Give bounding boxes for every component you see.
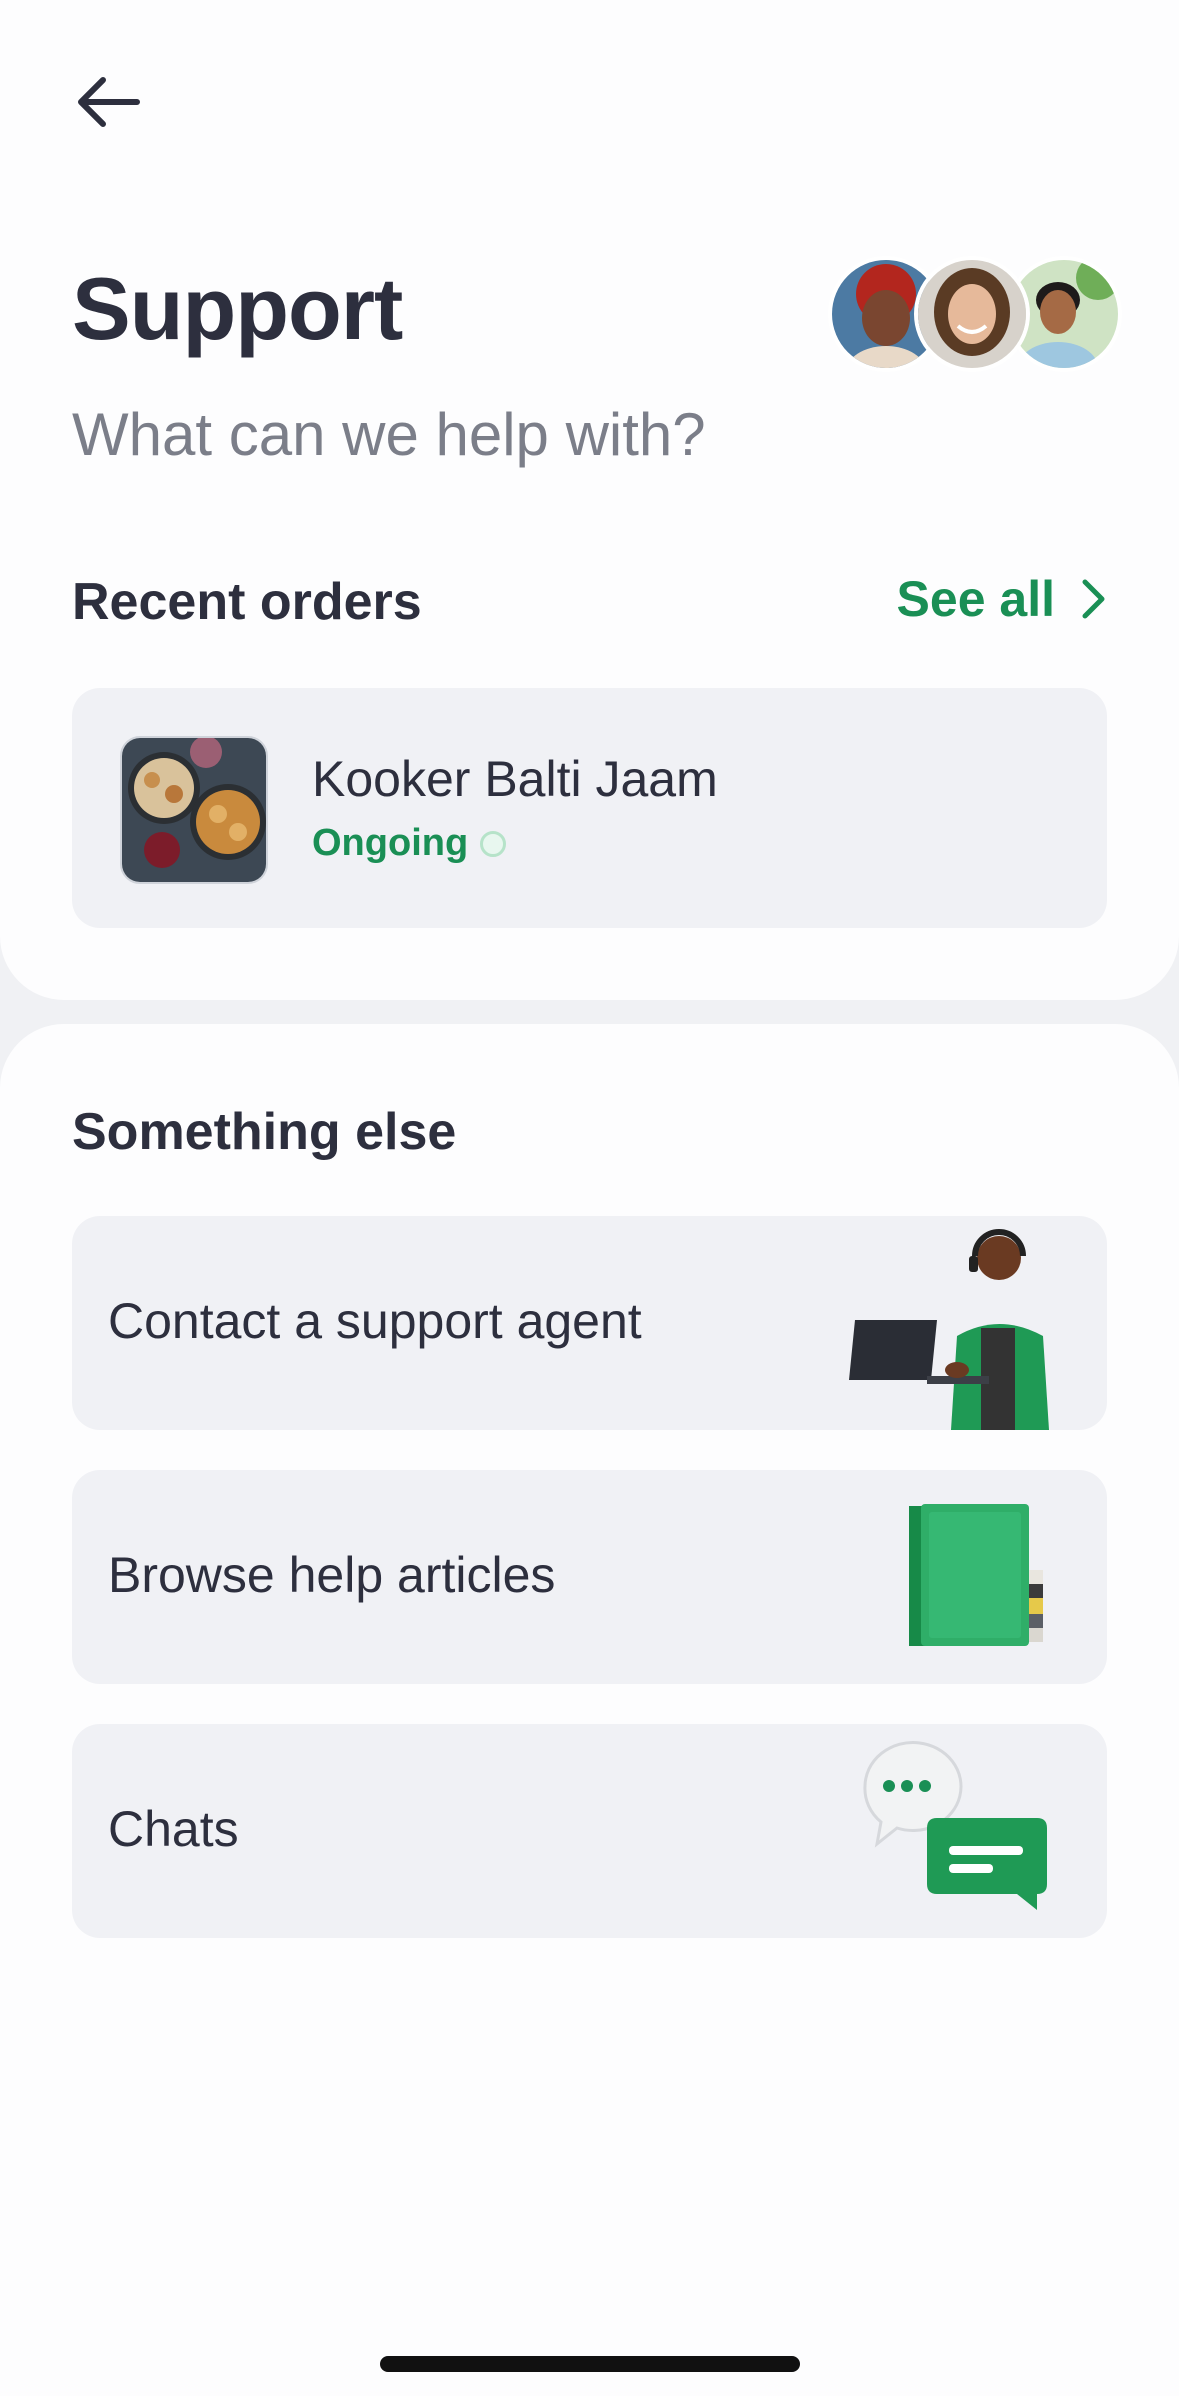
option-label: Contact a support agent — [108, 1293, 642, 1349]
browse-help-articles-option[interactable]: Browse help articles — [72, 1470, 1107, 1684]
option-label: Chats — [108, 1801, 239, 1857]
books-illustration — [837, 1470, 1077, 1684]
arrow-left-icon — [78, 77, 140, 127]
order-card[interactable]: Kooker Balti Jaam Ongoing — [72, 688, 1107, 928]
order-status: Ongoing — [312, 822, 507, 865]
avatar — [914, 256, 1030, 372]
chevron-right-icon — [1082, 579, 1105, 619]
option-label: Browse help articles — [108, 1547, 556, 1603]
back-button[interactable] — [60, 60, 156, 144]
see-all-link[interactable]: See all — [897, 570, 1107, 628]
recent-orders-title: Recent orders — [72, 573, 422, 631]
home-indicator — [380, 2356, 800, 2372]
page-subtitle: What can we help with? — [72, 401, 706, 468]
page-title: Support — [72, 259, 403, 358]
status-dot-icon — [480, 830, 507, 857]
order-thumbnail — [120, 736, 268, 884]
support-agent-illustration — [837, 1216, 1077, 1430]
chat-bubbles-illustration — [837, 1724, 1077, 1938]
something-else-title: Something else — [72, 1103, 457, 1161]
chats-option[interactable]: Chats — [72, 1724, 1107, 1938]
order-name: Kooker Balti Jaam — [312, 751, 718, 807]
contact-support-agent-option[interactable]: Contact a support agent — [72, 1216, 1107, 1430]
see-all-label: See all — [896, 571, 1055, 627]
agent-avatars — [828, 256, 1122, 372]
order-status-label: Ongoing — [312, 822, 469, 864]
